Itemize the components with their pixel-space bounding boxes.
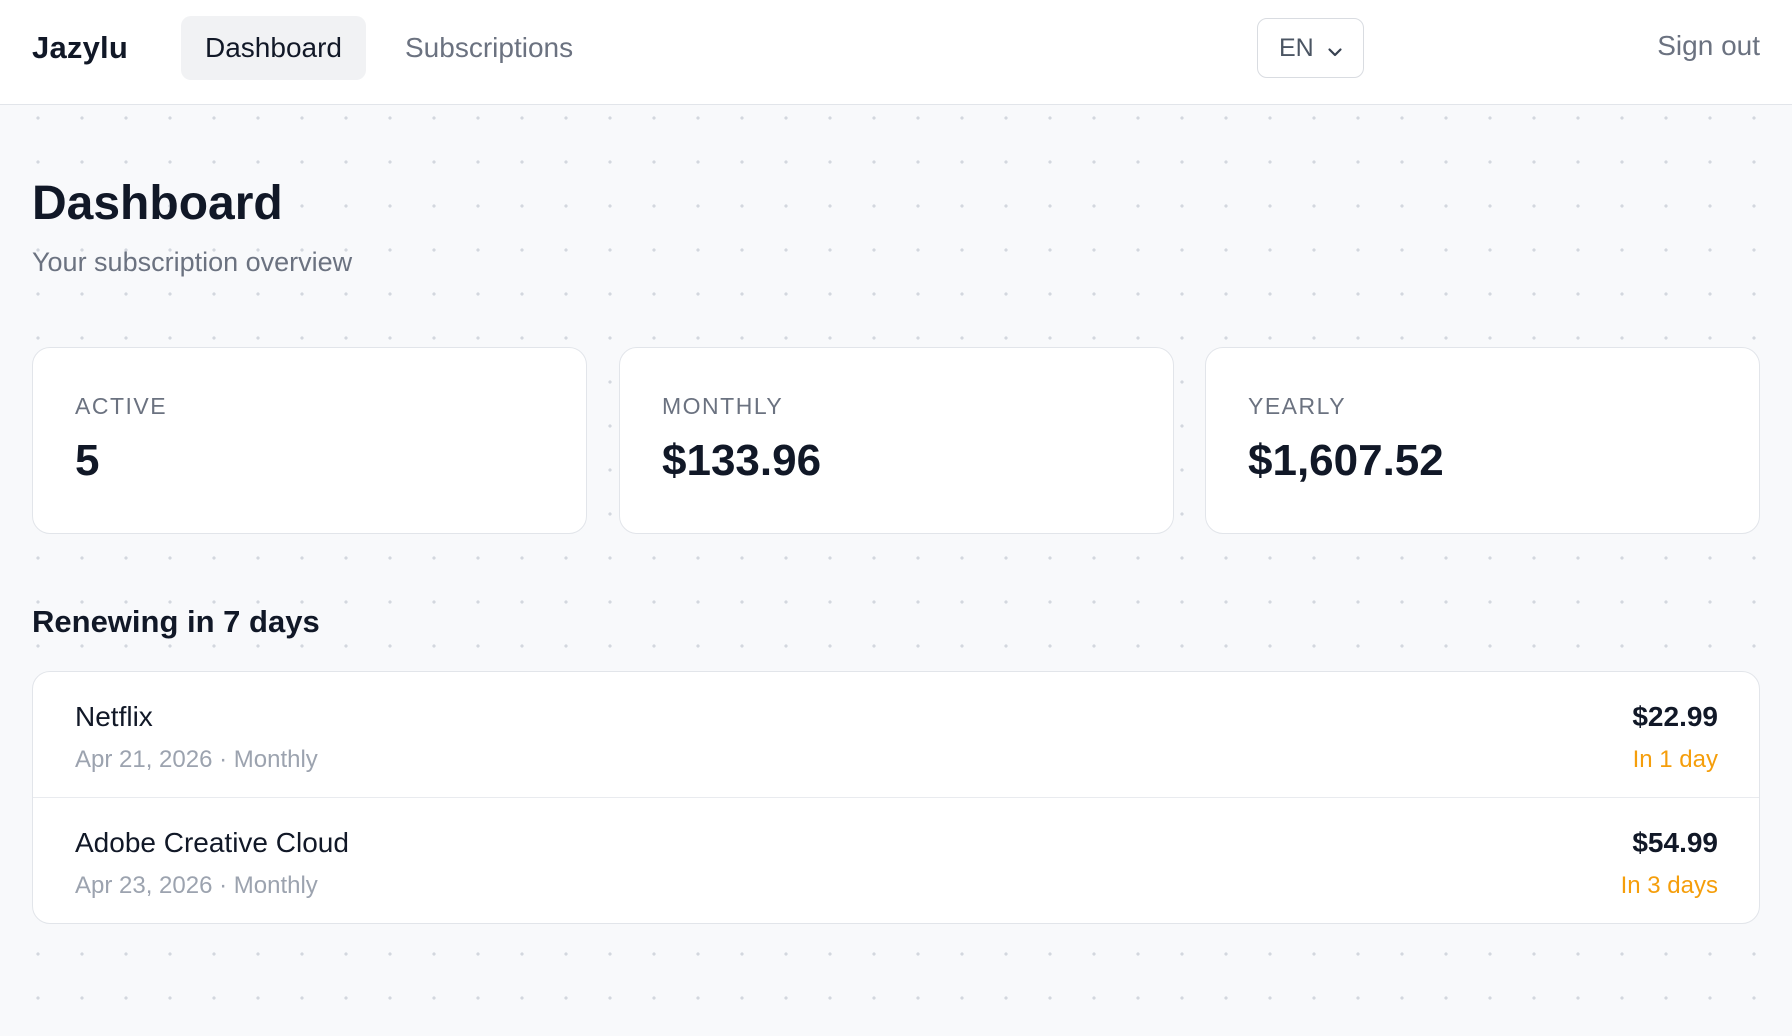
- top-navbar: Jazylu Dashboard Subscriptions EN Sign o…: [0, 0, 1792, 105]
- stat-value: 5: [75, 436, 100, 485]
- language-value: EN: [1279, 33, 1314, 62]
- renewal-due: In 1 day: [1632, 746, 1718, 773]
- list-item[interactable]: Netflix Apr 21, 2026 · Monthly $22.99 In…: [33, 672, 1759, 797]
- renewal-price: $54.99: [1632, 827, 1718, 858]
- stat-value: $133.96: [662, 436, 822, 485]
- tab-subscriptions[interactable]: Subscriptions: [381, 16, 597, 80]
- section-title-renewals: Renewing in 7 days: [32, 604, 320, 639]
- language-select[interactable]: EN: [1257, 18, 1364, 78]
- page-title: Dashboard: [32, 177, 283, 230]
- brand-logo[interactable]: Jazylu: [32, 30, 128, 66]
- stat-card-yearly: YEARLY $1,607.52: [1205, 347, 1760, 534]
- stat-label: MONTHLY: [662, 393, 784, 419]
- tab-dashboard[interactable]: Dashboard: [181, 16, 366, 80]
- page-subtitle: Your subscription overview: [32, 247, 353, 277]
- renewal-due: In 3 days: [1620, 872, 1718, 899]
- chevron-down-icon: [1326, 39, 1344, 57]
- renewal-meta: Apr 21, 2026 · Monthly: [75, 746, 318, 773]
- stat-value: $1,607.52: [1248, 436, 1444, 485]
- renewal-list: Netflix Apr 21, 2026 · Monthly $22.99 In…: [32, 671, 1760, 924]
- sign-out-link[interactable]: Sign out: [1657, 30, 1760, 62]
- stat-label: ACTIVE: [75, 393, 168, 419]
- renewal-price: $22.99: [1632, 701, 1718, 732]
- renewal-meta: Apr 23, 2026 · Monthly: [75, 872, 318, 899]
- stat-label: YEARLY: [1248, 393, 1347, 419]
- stat-card-monthly: MONTHLY $133.96: [619, 347, 1174, 534]
- list-item[interactable]: Adobe Creative Cloud Apr 23, 2026 · Mont…: [33, 797, 1759, 922]
- renewal-name: Netflix: [75, 701, 153, 732]
- stat-card-active: ACTIVE 5: [32, 347, 587, 534]
- renewal-name: Adobe Creative Cloud: [75, 827, 349, 858]
